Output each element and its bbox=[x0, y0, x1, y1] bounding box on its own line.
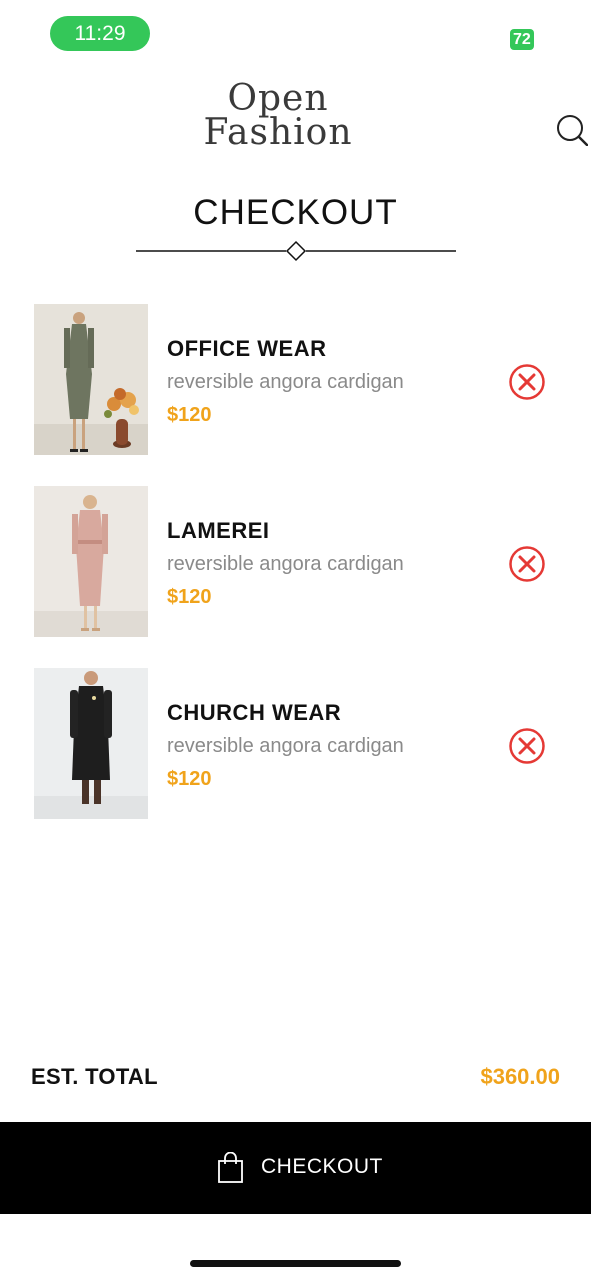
product-image[interactable] bbox=[34, 304, 148, 455]
product-image[interactable] bbox=[34, 668, 148, 819]
item-price: $120 bbox=[167, 768, 212, 790]
checkout-button[interactable]: CHECKOUT bbox=[0, 1122, 591, 1214]
total-label: EST. TOTAL bbox=[31, 1064, 158, 1089]
home-indicator[interactable] bbox=[190, 1260, 401, 1267]
item-price: $120 bbox=[167, 586, 212, 608]
cart-item[interactable]: OFFICE WEAR reversible angora cardigan $… bbox=[0, 304, 591, 456]
logo-line-1: Open bbox=[227, 78, 329, 119]
status-time: 11:29 bbox=[50, 16, 150, 51]
item-price: $120 bbox=[167, 404, 212, 426]
item-description: reversible angora cardigan bbox=[167, 735, 404, 757]
item-description: reversible angora cardigan bbox=[167, 371, 404, 393]
logo-line-2: Fashion bbox=[203, 112, 353, 153]
product-image[interactable] bbox=[34, 486, 148, 637]
page-title: CHECKOUT bbox=[193, 193, 398, 232]
brand-logo[interactable]: Open Fashion bbox=[198, 78, 358, 153]
item-name: CHURCH WEAR bbox=[167, 700, 342, 725]
item-name: LAMEREI bbox=[167, 518, 270, 543]
title-divider bbox=[136, 240, 456, 262]
item-name: OFFICE WEAR bbox=[167, 336, 327, 361]
checkout-button-label: CHECKOUT bbox=[261, 1155, 383, 1178]
total-value: $360.00 bbox=[480, 1064, 560, 1089]
shopping-bag-icon bbox=[218, 1152, 243, 1183]
battery-indicator: 72 bbox=[510, 29, 534, 50]
remove-icon[interactable] bbox=[508, 545, 546, 583]
item-description: reversible angora cardigan bbox=[167, 553, 404, 575]
cart-item[interactable]: LAMEREI reversible angora cardigan $120 bbox=[0, 486, 591, 638]
search-icon[interactable] bbox=[554, 112, 588, 146]
remove-icon[interactable] bbox=[508, 727, 546, 765]
cart-item[interactable]: CHURCH WEAR reversible angora cardigan $… bbox=[0, 668, 591, 820]
remove-icon[interactable] bbox=[508, 363, 546, 401]
